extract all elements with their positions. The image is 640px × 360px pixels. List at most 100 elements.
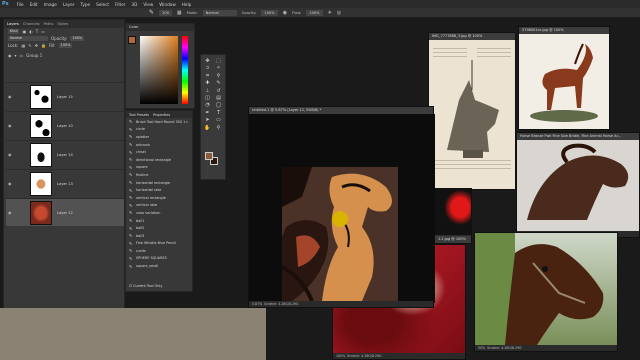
path-select-tool-icon[interactable]: ➤ [203,117,212,124]
menu-layer[interactable]: Layer [63,2,75,7]
preset-item[interactable]: ✎ color variation [126,209,192,217]
preset-item[interactable]: ✎ directional rectangle [126,156,192,164]
zoom-level[interactable]: 5.87% [252,302,262,306]
filter-adjust-icon[interactable]: ◐ [29,29,33,34]
preset-item[interactable]: ✎ splatter [126,133,192,141]
layer-opacity-field[interactable]: 100% [70,36,85,41]
menu-3d[interactable]: 3D [131,2,137,7]
reference-window-red-small[interactable]: 1.2.jpg @ 100% [434,188,472,244]
tab-styles[interactable]: Styles [57,22,68,26]
preset-item[interactable]: ✎ Fine Whistle Blue Pencil [126,240,192,248]
preset-item[interactable]: ✎ ball2 [126,224,192,232]
shape-tool-icon[interactable]: ▭ [214,117,223,124]
reference-window-bronze-horse[interactable]: Horse Bronze Fwk Fine Size Bridle, Fine … [516,132,640,238]
brush-tool-icon[interactable]: ✎ [214,80,223,87]
main-document-window[interactable]: Untitled-1 @ 5.87% (Layer 12, RGB/8) * 5… [248,106,435,308]
quick-select-tool-icon[interactable]: ✧ [214,65,223,72]
painting-canvas[interactable] [282,167,398,301]
visibility-eye-icon[interactable]: ◉ [8,181,14,186]
flow-field[interactable]: 100% [306,9,323,16]
preset-item[interactable]: ✎ curde [126,247,192,255]
brush-panel-icon[interactable]: ▦ [177,10,182,16]
lasso-tool-icon[interactable]: ↄ [203,65,212,72]
preset-item[interactable]: ✎ horizontal rake [126,186,192,194]
hand-tool-icon[interactable]: ✋ [203,125,212,132]
filter-shape-icon[interactable]: ▭ [41,29,45,34]
brush-tool-icon[interactable]: ✎ [149,9,154,16]
visibility-eye-icon[interactable]: ◉ [8,53,12,58]
menu-filter[interactable]: Filter [115,2,125,7]
stamp-tool-icon[interactable]: ⊥ [203,88,212,95]
tab-channels[interactable]: Channels [23,22,40,26]
menu-edit[interactable]: Edit [30,2,38,7]
preset-item[interactable]: ✎ horizontal rectangle [126,179,192,187]
healing-tool-icon[interactable]: ✚ [203,80,212,87]
mode-select[interactable]: Normal [202,9,237,16]
filter-pixel-icon[interactable]: ▣ [22,29,26,34]
opacity-field[interactable]: 100% [261,9,278,16]
menu-file[interactable]: File [17,2,24,7]
reference-window-book[interactable]: IMG_7777888_3.jpg @ 100% [428,32,516,190]
preset-item[interactable]: ✎ chisel [126,148,192,156]
reference-window-bay-horse[interactable]: 50% Scratch: 4.28G/8.29G [474,232,618,352]
menu-select[interactable]: Select [96,2,109,7]
preset-item[interactable]: ✎ vertical rake [126,202,192,210]
layer-row-12[interactable]: ◉ Layer 12 [6,198,124,226]
lock-move-icon[interactable]: ✥ [35,43,38,48]
marquee-tool-icon[interactable]: ⬚ [214,58,223,65]
preset-item[interactable]: ✎ finaline [126,171,192,179]
layer-row-10[interactable]: ◉ Layer 10 [6,111,124,139]
foreground-color-swatch[interactable] [128,36,136,44]
group-chevron-down-icon[interactable]: ▾ [15,53,17,58]
pressure-opacity-icon[interactable]: ◉ [283,10,287,16]
preset-item[interactable]: ✎ vertical rectangle [126,194,192,202]
airbrush-icon[interactable]: ✈ [328,10,332,16]
foreground-color-swatch[interactable] [205,152,213,160]
group-row[interactable]: ◉ ▾ ▭ Group 1 [4,52,124,59]
kind-filter-select[interactable]: Kind [8,29,20,34]
preset-item[interactable]: ✎ airbrush [126,141,192,149]
current-tool-only-checkbox[interactable]: ☑ Current Tool Only [129,284,162,288]
canvas-area[interactable] [249,114,435,303]
menu-type[interactable]: Type [81,2,91,7]
filter-type-icon[interactable]: T [36,29,38,34]
visibility-eye-icon[interactable]: ◉ [8,123,14,128]
menu-image[interactable]: Image [44,2,57,7]
tab-properties[interactable]: Properties [153,113,170,117]
pressure-size-icon[interactable]: ◎ [337,10,341,16]
preset-item[interactable]: ✎ ball3 [126,232,192,240]
zoom-tool-icon[interactable]: ⚲ [214,125,223,132]
pen-tool-icon[interactable]: ✒ [203,110,212,117]
hue-slider[interactable] [182,36,188,104]
lock-brush-icon[interactable]: ✎ [28,43,31,48]
preset-item[interactable]: ✎ ball1 [126,217,192,225]
eraser-tool-icon[interactable]: ◫ [203,95,212,102]
color-saturation-field[interactable] [140,36,178,104]
history-brush-tool-icon[interactable]: ↺ [214,88,223,95]
preset-item[interactable]: ✎ square_small [126,262,192,270]
visibility-eye-icon[interactable]: ◉ [8,152,14,157]
type-tool-icon[interactable]: T [214,110,223,117]
menu-help[interactable]: Help [182,2,192,7]
foreground-background-swatches[interactable] [205,152,219,166]
fill-field[interactable]: 100% [58,43,73,48]
preset-item[interactable]: ✎ SPHERE SQUARES [126,255,192,263]
brush-size-field[interactable]: 100 [159,9,172,16]
crop-tool-icon[interactable]: ⌗ [203,73,212,80]
visibility-eye-icon[interactable]: ◉ [8,94,14,99]
lock-pixels-icon[interactable]: ▦ [21,43,25,48]
dodge-tool-icon[interactable]: ◯ [214,102,223,109]
tab-paths[interactable]: Paths [44,22,54,26]
menu-window[interactable]: Window [159,2,176,7]
tab-tool-presets[interactable]: Tool Presets [129,113,149,117]
tab-layers[interactable]: Layers [7,22,19,26]
blend-mode-select[interactable]: Normal [8,36,48,41]
gradient-tool-icon[interactable]: ▤ [214,95,223,102]
layer-row-15[interactable]: ◉ Layer 15 [6,82,124,110]
reference-window-brown-horse[interactable]: 5798001cc.jpg @ 100% [518,26,610,130]
layer-row-14[interactable]: ◉ Layer 14 [6,140,124,168]
layer-row-13[interactable]: ◉ Layer 13 [6,169,124,197]
blur-tool-icon[interactable]: ◔ [203,102,212,109]
preset-item[interactable]: ✎ square [126,164,192,172]
eyedropper-tool-icon[interactable]: ⚲ [214,73,223,80]
